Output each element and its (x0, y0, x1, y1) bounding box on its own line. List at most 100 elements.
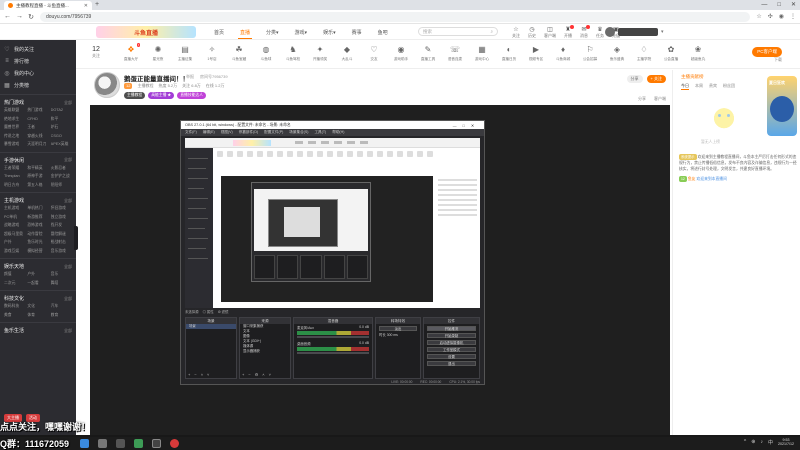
sidebar-link[interactable]: 王者 (27, 124, 48, 132)
sidebar-link[interactable]: 枪战射击 (51, 239, 72, 247)
header-message-button[interactable]: ✉ 消息 (580, 25, 590, 39)
duration-field[interactable]: 300 ms (387, 333, 398, 337)
sidebar-link[interactable]: 绝地求生 (4, 116, 25, 124)
sidebar-link[interactable]: 户外 (4, 239, 25, 247)
section-more-link[interactable]: 全部 (64, 100, 72, 106)
volume-slider[interactable] (297, 352, 369, 354)
category-item[interactable]: ✺ 星光夜 (147, 45, 169, 62)
properties-button[interactable]: ◎ 属性 (203, 309, 214, 314)
nav-entertainment[interactable]: 娱乐▾ (321, 27, 338, 39)
down-icon[interactable]: ˅ (269, 372, 271, 377)
obs-control-button[interactable]: 设置 (427, 354, 476, 359)
extensions-icon[interactable]: ✣ (768, 13, 773, 20)
transition-select[interactable]: 淡出 (379, 326, 417, 331)
new-tab-button[interactable]: + (95, 1, 99, 8)
nav-live[interactable]: 直播 (238, 27, 253, 39)
category-item[interactable]: ☘ 斗鱼宝藏 (228, 45, 250, 62)
obs-menu-item[interactable]: 工具(T) (314, 130, 326, 135)
nav-events[interactable]: 赛事 (350, 27, 364, 39)
sidebar-link[interactable]: 游戏互娱 (4, 248, 25, 256)
up-icon[interactable]: ˄ (201, 372, 203, 377)
sidebar-link[interactable]: 音乐 (51, 271, 72, 279)
chat-user[interactable]: 鱼友 (688, 177, 696, 181)
search-icon[interactable]: ⌕ (490, 29, 493, 34)
sidebar-link[interactable]: DOTA2 (51, 107, 72, 115)
avatar[interactable] (605, 27, 615, 37)
category-item[interactable]: ▦ 游戏中心 (471, 45, 493, 62)
category-item[interactable]: ⚐ 公会招募 (579, 45, 601, 62)
sidebar-link[interactable]: CSGO (51, 133, 72, 141)
nav-category[interactable]: 分类▾ (264, 27, 281, 39)
browser-icon[interactable] (134, 439, 143, 448)
obs-menu-item[interactable]: 文件(F) (185, 130, 197, 135)
ime-icon[interactable]: 中 (768, 439, 773, 446)
sidebar-link[interactable]: 金铲铲之战 (51, 173, 72, 181)
url-field[interactable]: douyu.com/7956739 (40, 11, 751, 22)
sidebar-link[interactable]: 单机热门 (27, 205, 48, 213)
tab-today[interactable]: 今日 (681, 83, 689, 90)
section-more-link[interactable]: 全部 (64, 296, 72, 302)
sidebar-link[interactable]: CFHD (27, 116, 48, 124)
sidebar-link[interactable]: 新游推荐 (27, 214, 48, 222)
reload-icon[interactable]: ↻ (28, 13, 34, 21)
back-icon[interactable]: ← (4, 13, 11, 20)
sidebar-link[interactable]: 教育 (51, 312, 72, 320)
sidebar-link[interactable]: 暴雪游戏 (4, 141, 25, 149)
obs-menu-item[interactable]: 配置文件(P) (264, 130, 283, 135)
category-item[interactable]: ◉ 游戏助手 (390, 45, 412, 62)
category-item[interactable]: ◈ 鱼乐盛典 (606, 45, 628, 62)
volume-icon[interactable]: ♪ (760, 439, 763, 445)
report-link[interactable]: 举报 (186, 74, 194, 80)
category-item[interactable]: ◐ 直播日历 (498, 45, 520, 62)
sidebar-link[interactable]: PC单机 (4, 214, 25, 222)
nav-games[interactable]: 游戏▾ (293, 27, 310, 39)
remove-icon[interactable]: − (194, 372, 196, 377)
section-more-link[interactable]: 全部 (64, 264, 72, 270)
taskview-icon[interactable] (116, 439, 125, 448)
sidebar-link[interactable]: 冒险解谜 (51, 231, 72, 239)
bookmark-icon[interactable]: ☆ (756, 13, 761, 20)
sidebar-link[interactable]: 明日方舟 (4, 182, 25, 190)
sidebar-link[interactable]: 原神手游 (27, 173, 48, 181)
sidebar-link[interactable]: 阴阳师 (51, 182, 72, 190)
down-icon[interactable]: ˅ (207, 372, 209, 377)
sidebar-link[interactable]: 模拟经营 (27, 248, 48, 256)
sidebar-link[interactable]: 和平 (51, 116, 72, 124)
volume-slider[interactable] (297, 336, 369, 338)
sidebar-link[interactable]: 热门游戏 (27, 107, 48, 115)
category-item[interactable]: ✧ 1号店 (201, 45, 223, 62)
sidebar-link[interactable]: 和平精英 (27, 165, 48, 173)
menu-icon[interactable]: ⋮ (790, 13, 796, 20)
section-more-link[interactable]: 全部 (64, 157, 72, 163)
share-button[interactable]: 分享 (626, 75, 643, 83)
obs-control-button[interactable]: 开始推流 (427, 326, 476, 331)
sidebar-link[interactable]: 传说之地 (4, 133, 25, 141)
sidebar-link[interactable]: 音乐游戏 (51, 248, 72, 256)
streamer-avatar[interactable] (94, 72, 120, 98)
category-item[interactable]: ✦ 开播领奖 (309, 45, 331, 62)
sidebar-link[interactable]: 火影忍者 (51, 165, 72, 173)
sidebar-link[interactable]: 数码科技 (4, 303, 25, 311)
gear-icon[interactable]: ⚙ (255, 372, 259, 377)
minimize-button[interactable]: — (761, 0, 767, 10)
video-player[interactable]: OBS 27.0.1 (64 bit, windows) - 配置文件: 未命名… (90, 105, 670, 435)
room-tag[interactable]: 主播教程 (124, 92, 146, 99)
sidebar-link[interactable]: 户外 (27, 271, 48, 279)
network-icon[interactable]: ⊕ (751, 439, 755, 445)
sidebar-link[interactable]: 恐怖游戏 (27, 222, 48, 230)
sidebar-item-category[interactable]: ▦ 分类榜 (4, 79, 72, 91)
header-client-button[interactable]: ◫ 客户端 (544, 26, 556, 39)
sidebar-link[interactable]: 炉石 (51, 124, 72, 132)
obs-menu-item[interactable]: 场景集合(S) (289, 130, 308, 135)
category-item[interactable]: ☏ 语音连麦 (444, 45, 466, 62)
tab-fans[interactable]: 粉丝团 (723, 83, 735, 90)
site-logo[interactable]: 斗鱼直播 (96, 26, 196, 38)
obs-close-button[interactable]: ✕ (471, 124, 480, 128)
nav-home[interactable]: 首页 (212, 27, 226, 39)
scene-item[interactable]: 场景 (186, 324, 236, 329)
promo-banner[interactable]: 夏日狂欢 (767, 76, 797, 136)
category-item[interactable]: ▶ 视频专区 (525, 45, 547, 62)
header-history-button[interactable]: ◷ 历史 (528, 26, 536, 39)
obs-menu-item[interactable]: 停靠部件(D) (239, 130, 258, 135)
category-item[interactable]: ❀ 超级鱼丸 (687, 45, 709, 62)
